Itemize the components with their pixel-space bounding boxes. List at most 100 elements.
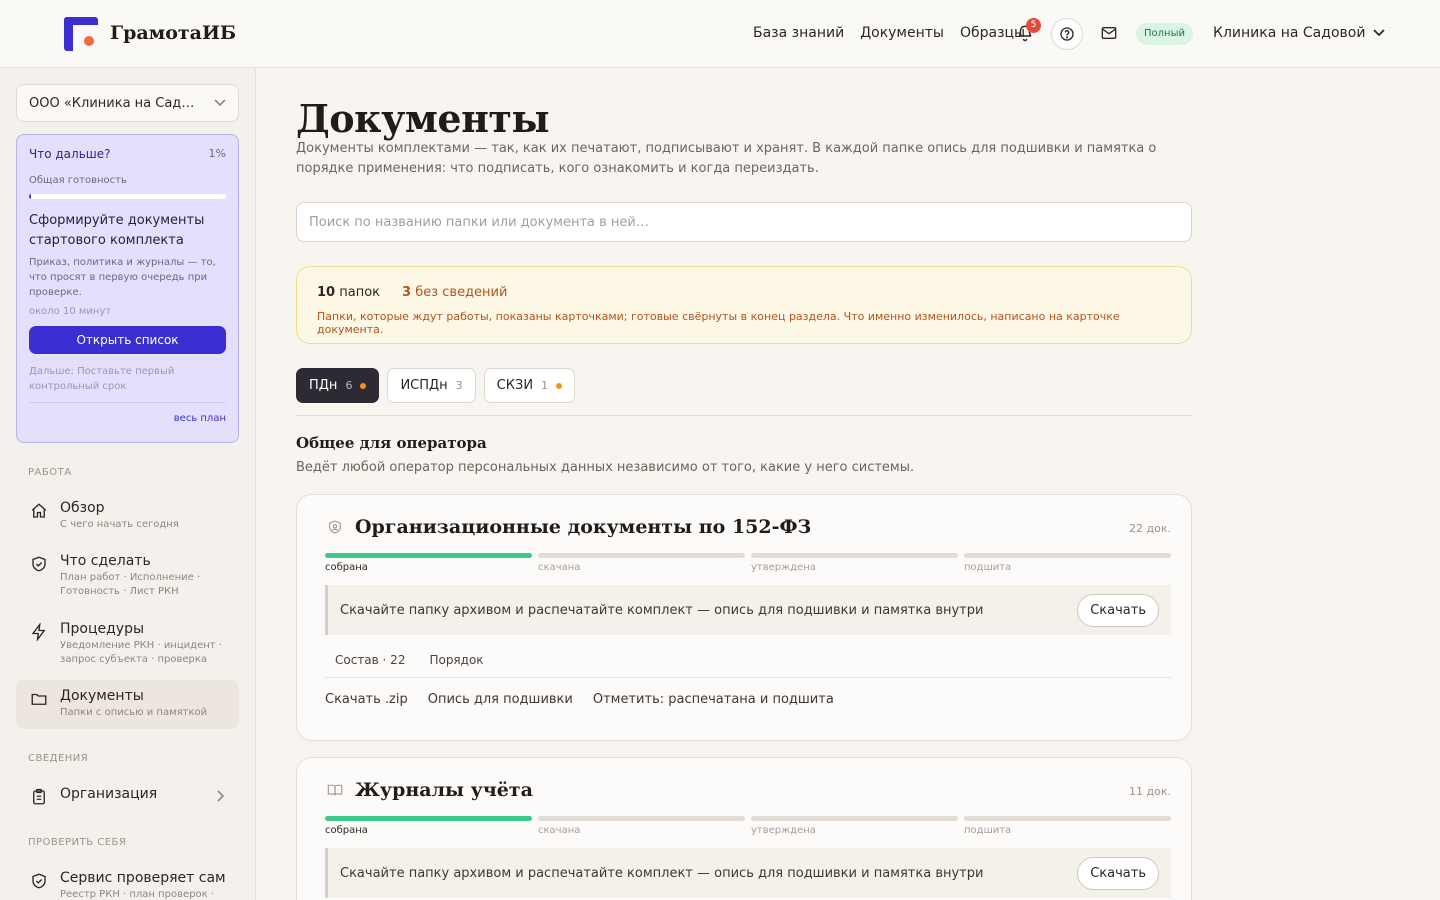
open-list-button[interactable]: Открыть список xyxy=(29,326,226,354)
step-bound: подшита xyxy=(964,553,1171,573)
page-description: Документы комплектами — так, как их печа… xyxy=(296,141,1157,176)
nav-knowledge-base[interactable]: База знаний xyxy=(753,25,844,41)
bolt-icon xyxy=(31,623,46,641)
sidebar-item-todo[interactable]: Что сделать План работ · Исполнение · Го… xyxy=(16,545,239,607)
home-icon xyxy=(31,503,47,518)
tab-count: 1 xyxy=(541,379,549,392)
inventory-link[interactable]: Опись для подшивки xyxy=(428,692,573,707)
book-icon xyxy=(327,784,343,796)
step-collected: собрана xyxy=(325,553,532,573)
help-circle-icon xyxy=(1060,27,1074,41)
folders-label: папок xyxy=(339,285,381,300)
sidebar-item-documents[interactable]: Документы Папки с описью и памяткой xyxy=(16,680,239,729)
org-select[interactable]: ООО «Клиника на Садовой» xyxy=(16,84,239,122)
tab-count: 6 xyxy=(345,379,353,392)
readiness-progress xyxy=(29,194,226,199)
sidebar: ООО «Клиника на Садовой» Что дальше? 1% … xyxy=(0,68,256,900)
folder-divider xyxy=(325,677,1171,678)
step-downloaded: скачана xyxy=(538,816,745,836)
step-bound: подшита xyxy=(964,816,1171,836)
sidebar-item-sub: План работ · Исполнение · Готовность · Л… xyxy=(60,572,201,597)
nav-documents[interactable]: Документы xyxy=(860,25,944,41)
mail-icon[interactable] xyxy=(1101,26,1117,40)
mark-printed-link[interactable]: Отметить: распечатана и подшита xyxy=(593,692,834,707)
task-description: Приказ, политика и журналы — то, что про… xyxy=(29,257,216,298)
sidebar-item-overview[interactable]: Обзор С чего начать сегодня xyxy=(16,492,239,540)
cta-text: Скачайте папку архивом и распечатайте ко… xyxy=(340,865,984,881)
tab-count: 3 xyxy=(455,379,463,392)
tab-ispdn[interactable]: ИСПДн 3 xyxy=(387,368,476,403)
summary-note: Папки, которые ждут работы, показаны кар… xyxy=(317,310,1120,336)
folder-doc-count: 11 док. xyxy=(1129,785,1171,798)
attention-dot xyxy=(556,382,563,389)
download-button[interactable]: Скачать xyxy=(1077,856,1159,890)
tab-label: ИСПДн xyxy=(400,378,448,393)
chevron-right-icon xyxy=(217,790,225,802)
folder-steps: собрана скачана утверждена подшита xyxy=(325,553,1171,573)
clipboard-icon xyxy=(33,788,45,805)
folder-title[interactable]: Организационные документы по 152-ФЗ xyxy=(355,516,811,538)
chevron-down-icon xyxy=(214,99,226,107)
clinic-switcher[interactable]: Клиника на Садовой xyxy=(1213,25,1386,41)
download-zip-link[interactable]: Скачать .zip xyxy=(325,692,408,707)
help-button[interactable] xyxy=(1051,18,1083,50)
next-step-title: Что дальше? xyxy=(29,147,111,161)
page-title: Документы xyxy=(296,96,550,141)
shield-doc-icon xyxy=(329,520,341,534)
attention-dot xyxy=(360,382,367,389)
section-info: СВЕДЕНИЯ xyxy=(28,753,89,764)
chevron-down-icon xyxy=(1373,29,1386,37)
group-title: Общее для оператора xyxy=(296,434,487,452)
download-button[interactable]: Скачать xyxy=(1077,593,1159,627)
sidebar-item-sub: Папки с описью и памяткой xyxy=(60,707,208,718)
shield-check-icon xyxy=(32,873,46,889)
folder-card: Журналы учёта 11 док. собрана скачана ут… xyxy=(296,757,1192,900)
folders-summary: 10 папок xyxy=(317,285,380,300)
logo-icon[interactable] xyxy=(64,17,98,51)
folder-title[interactable]: Журналы учёта xyxy=(355,779,533,801)
folder-doc-count: 22 док. xyxy=(1129,522,1171,535)
folder-cta: Скачайте папку архивом и распечатайте ко… xyxy=(325,585,1171,635)
group-description: Ведёт любой оператор персональных данных… xyxy=(296,460,915,475)
sidebar-item-auto-check[interactable]: Сервис проверяет сам Реестр РКН · план п… xyxy=(16,862,239,900)
missing-summary[interactable]: 3 без сведений xyxy=(402,285,507,300)
section-work: РАБОТА xyxy=(28,467,72,478)
step-approved: утверждена xyxy=(751,553,958,573)
readiness-label: Общая готовность xyxy=(29,175,127,186)
tab-skzi[interactable]: СКЗИ 1 xyxy=(483,368,576,403)
full-plan-link[interactable]: весь план xyxy=(29,413,226,424)
org-name: ООО «Клиника на Садовой» xyxy=(29,95,201,111)
sidebar-item-sub: Уведомление РКН · инцидент · запрос субъ… xyxy=(60,640,222,665)
folder-tabs: Состав · 22 Порядок xyxy=(335,653,1171,667)
sidebar-item-label: Документы xyxy=(60,688,144,704)
sidebar-item-label: Что сделать xyxy=(60,553,151,569)
brand-name[interactable]: ГрамотаИБ xyxy=(110,22,236,44)
shield-check-icon xyxy=(32,556,46,572)
folder-steps: собрана скачана утверждена подшита xyxy=(325,816,1171,836)
main-content: Документы Документы комплектами — так, к… xyxy=(256,68,1440,900)
missing-count: 3 xyxy=(402,285,412,300)
sidebar-item-organization[interactable]: Организация xyxy=(16,778,239,810)
plan-badge: Полный xyxy=(1136,23,1193,45)
search-input[interactable] xyxy=(296,202,1192,242)
step-collected: собрана xyxy=(325,816,532,836)
folder-icon xyxy=(31,693,47,705)
tab-order[interactable]: Порядок xyxy=(429,653,483,667)
tab-label: ПДн xyxy=(309,378,338,393)
folder-cta: Скачайте папку архивом и распечатайте ко… xyxy=(325,848,1171,898)
sidebar-item-label: Обзор xyxy=(60,500,105,516)
readiness-percent: 1% xyxy=(208,147,226,160)
cta-text: Скачайте папку архивом и распечатайте ко… xyxy=(340,602,984,618)
top-bar: ГрамотаИБ База знаний Документы Образцы … xyxy=(0,0,1440,68)
folder-actions: Скачать .zip Опись для подшивки Отметить… xyxy=(325,692,1171,707)
tab-pdn[interactable]: ПДн 6 xyxy=(296,368,380,403)
step-approved: утверждена xyxy=(751,816,958,836)
next-task-text: Дальше: Поставьте первый контрольный сро… xyxy=(29,364,226,403)
next-step-card: Что дальше? 1% Общая готовность Сформиру… xyxy=(16,134,239,443)
folder-card: Организационные документы по 152-ФЗ 22 д… xyxy=(296,494,1192,741)
sidebar-item-procedures[interactable]: Процедуры Уведомление РКН · инцидент · з… xyxy=(16,613,239,675)
sidebar-item-label: Организация xyxy=(60,786,158,802)
sidebar-item-sub: С чего начать сегодня xyxy=(60,519,179,530)
tab-contents[interactable]: Состав · 22 xyxy=(335,653,405,667)
sidebar-item-label: Процедуры xyxy=(60,621,145,637)
